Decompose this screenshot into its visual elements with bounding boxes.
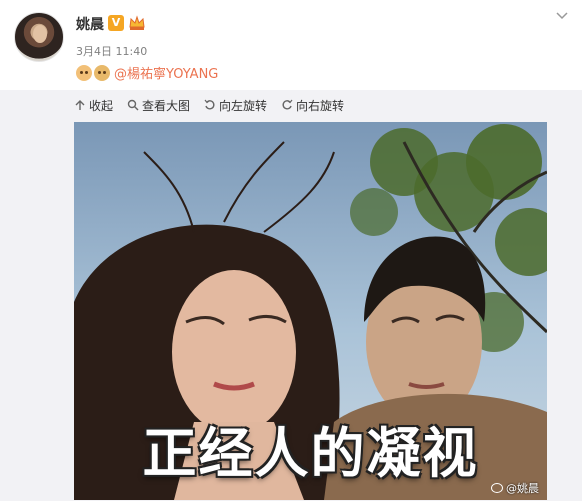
author-name[interactable]: 姚晨 — [76, 14, 104, 34]
rotate-left-label: 向左旋转 — [219, 98, 268, 113]
avatar-face — [33, 25, 47, 43]
rotate-left-icon — [204, 99, 215, 110]
hair-strands — [143, 141, 335, 233]
media-panel: 收起 查看大图 向左旋转 向右旋转 正经人的凝视 @姚晨 — [0, 90, 582, 501]
photo-caption: 正经人的凝视 — [142, 422, 479, 485]
post-text: @楊祐寧YOYANG — [76, 63, 218, 82]
weibo-watermark: @姚晨 — [491, 480, 539, 496]
weibo-icon — [491, 483, 503, 493]
mention-link[interactable]: @楊祐寧YOYANG — [114, 63, 218, 82]
view-full-image-button[interactable]: 查看大图 — [127, 97, 190, 113]
crown-icon — [129, 15, 145, 30]
magnifier-icon — [127, 99, 139, 111]
doge-emoji-icon — [94, 64, 110, 81]
rotate-right-icon — [282, 99, 293, 110]
post-header: 姚晨 V 3月4日 11:40 @楊祐寧YOYANG — [0, 0, 582, 90]
chevron-down-icon[interactable] — [556, 12, 568, 20]
rotate-right-button[interactable]: 向右旋转 — [281, 97, 344, 113]
rotate-left-button[interactable]: 向左旋转 — [204, 97, 267, 113]
watermark-text: @姚晨 — [506, 482, 539, 495]
collapse-label: 收起 — [89, 98, 114, 113]
media-toolbar: 收起 查看大图 向左旋转 向右旋转 — [74, 97, 344, 113]
author-avatar[interactable] — [14, 12, 64, 62]
view-full-image-label: 查看大图 — [142, 98, 191, 113]
collapse-icon — [75, 100, 85, 110]
collapse-button[interactable]: 收起 — [74, 97, 113, 113]
verified-icon: V — [108, 15, 124, 31]
rotate-right-label: 向右旋转 — [296, 98, 345, 113]
post-timestamp[interactable]: 3月4日 11:40 — [76, 43, 147, 59]
post-photo[interactable]: 正经人的凝视 @姚晨 — [74, 122, 547, 500]
dog-emoji-icon — [76, 64, 92, 81]
